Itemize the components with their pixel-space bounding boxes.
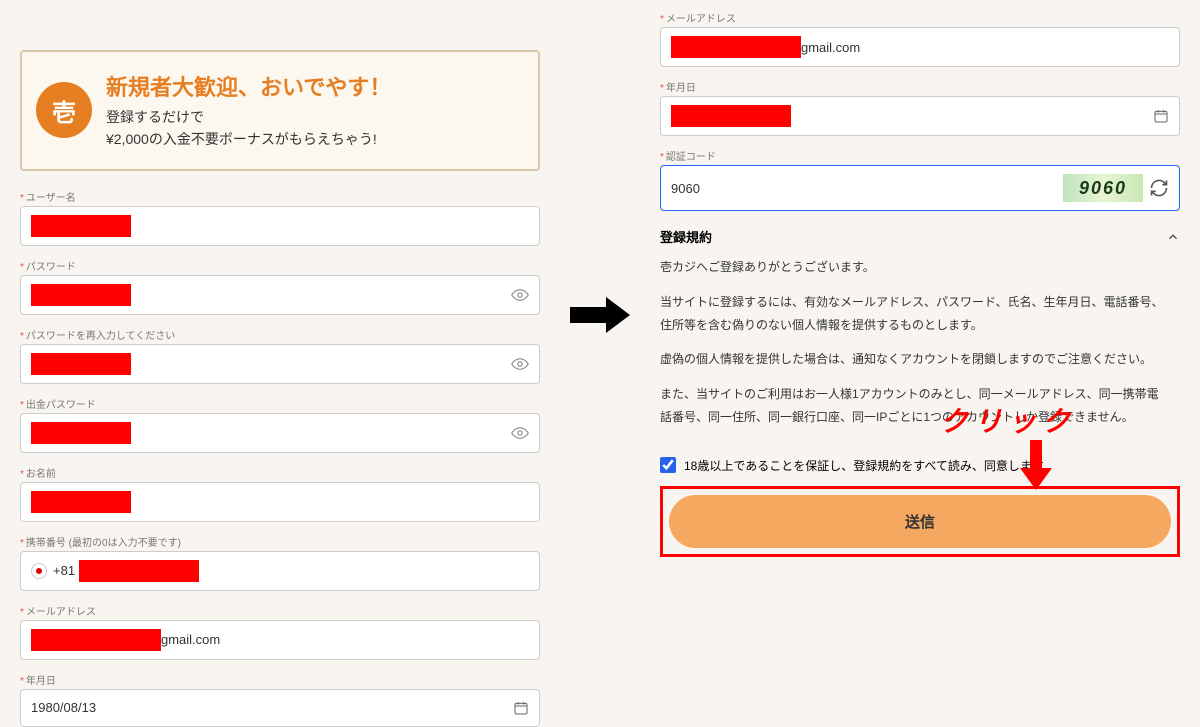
verify-code-input[interactable]: 9060 9060 <box>660 165 1180 211</box>
redacted-value <box>31 284 131 306</box>
terms-paragraph: 壱カジへご登録ありがとうございます。 <box>660 256 1166 279</box>
username-input[interactable] <box>20 206 540 246</box>
calendar-icon[interactable] <box>1153 108 1169 124</box>
redacted-value <box>79 560 199 582</box>
japan-flag-icon[interactable] <box>31 563 47 579</box>
birthdate-input[interactable] <box>660 96 1180 136</box>
terms-header[interactable]: 登録規約 <box>660 227 1180 246</box>
eye-icon[interactable] <box>511 286 529 304</box>
right-form-column: *メールアドレス gmail.com *年月日 *認証コード 9060 9060… <box>640 0 1200 630</box>
agree-label: 18歳以上であることを保証し、登録規約をすべて読み、同意します <box>684 457 1044 474</box>
terms-title: 登録規約 <box>660 227 712 246</box>
verify-code-field: *認証コード 9060 9060 <box>660 148 1180 211</box>
agree-checkbox[interactable] <box>660 457 676 473</box>
annotation-arrow-down-icon <box>1020 440 1052 490</box>
flow-arrow-column <box>560 0 640 630</box>
password-field: *パスワード <box>20 258 540 315</box>
banner-title: 新規者大歓迎、おいでやす！ <box>106 70 391 102</box>
password-confirm-field: *パスワードを再入力してください <box>20 327 540 384</box>
withdraw-password-field: *出金パスワード <box>20 396 540 453</box>
welcome-banner: 壱 新規者大歓迎、おいでやす！ 登録するだけで ¥2,000の入金不要ボーナスが… <box>20 50 540 171</box>
phone-input[interactable]: +81 <box>20 551 540 591</box>
brand-logo: 壱 <box>36 82 92 138</box>
redacted-value <box>31 353 131 375</box>
calendar-icon[interactable] <box>513 700 529 716</box>
withdraw-password-input[interactable] <box>20 413 540 453</box>
left-form-column: 壱 新規者大歓迎、おいでやす！ 登録するだけで ¥2,000の入金不要ボーナスが… <box>0 0 560 630</box>
birthdate-input[interactable]: 1980/08/13 <box>20 689 540 727</box>
captcha-image: 9060 <box>1063 174 1143 202</box>
arrow-right-icon <box>570 297 630 333</box>
terms-paragraph: また、当サイトのご利用はお一人様1アカウントのみとし、同一メールアドレス、同一携… <box>660 383 1166 429</box>
password-confirm-input[interactable] <box>20 344 540 384</box>
redacted-value <box>31 215 131 237</box>
banner-subtitle: 登録するだけで ¥2,000の入金不要ボーナスがもらえちゃう! <box>106 106 391 151</box>
terms-paragraph: 虚偽の個人情報を提供した場合は、通知なくアカウントを閉鎖しますのでご注意ください… <box>660 348 1166 371</box>
name-input[interactable] <box>20 482 540 522</box>
email-field-right: *メールアドレス gmail.com <box>660 10 1180 67</box>
eye-icon[interactable] <box>511 355 529 373</box>
terms-text-box[interactable]: 壱カジへご登録ありがとうございます。 当サイトに登録するには、有効なメールアドレ… <box>660 256 1180 441</box>
redacted-value <box>671 105 791 127</box>
refresh-icon[interactable] <box>1149 178 1169 198</box>
annotation-click-text: クリック <box>940 400 1076 440</box>
phone-field: *携帯番号 (最初の0は入力不要です) +81 <box>20 534 540 591</box>
redacted-value <box>31 491 131 513</box>
submit-highlight-box: 送信 <box>660 486 1180 557</box>
terms-paragraph: 当サイトに登録するには、有効なメールアドレス、パスワード、氏名、生年月日、電話番… <box>660 291 1166 337</box>
submit-button[interactable]: 送信 <box>669 495 1171 548</box>
agree-row: 18歳以上であることを保証し、登録規約をすべて読み、同意します <box>660 457 1180 474</box>
redacted-value <box>31 629 161 651</box>
name-field: *お名前 <box>20 465 540 522</box>
username-field: *ユーザー名 <box>20 189 540 246</box>
email-input[interactable]: gmail.com <box>20 620 540 660</box>
redacted-value <box>31 422 131 444</box>
eye-icon[interactable] <box>511 424 529 442</box>
email-field-left: *メールアドレス gmail.com <box>20 603 540 660</box>
birthdate-field-left: *年月日 1980/08/13 <box>20 672 540 727</box>
password-input[interactable] <box>20 275 540 315</box>
email-input[interactable]: gmail.com <box>660 27 1180 67</box>
chevron-up-icon[interactable] <box>1166 230 1180 244</box>
redacted-value <box>671 36 801 58</box>
birthdate-field-right: *年月日 <box>660 79 1180 136</box>
